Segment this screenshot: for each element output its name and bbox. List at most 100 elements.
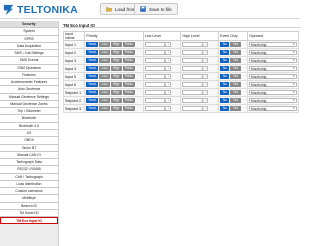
event-only-option-no[interactable]: No [220,105,231,112]
event-only-option-yes[interactable]: Yes [230,105,242,112]
spinner-arrows-icon[interactable]: ↕ [204,75,207,78]
priority-option-low[interactable]: Low [99,105,111,112]
priority-option-panic[interactable]: Panic [122,97,136,104]
spinner-arrows-icon[interactable]: ↕ [204,99,207,102]
spinner-arrows-icon[interactable]: ↕ [167,99,170,102]
spinner-arrows-icon[interactable]: ↕ [204,107,207,110]
high-level-input[interactable]: 0 ↕ [182,81,209,88]
operand-select[interactable]: Monitoring ▼ [248,97,297,104]
priority-option-low[interactable]: Low [99,49,111,56]
event-only-option-no[interactable]: No [220,89,231,96]
spinner-arrows-icon[interactable]: ↕ [167,51,170,54]
sidebar-item-gsm-operators[interactable]: GSM Operators [0,64,58,72]
low-level-input[interactable]: 0 ↕ [144,41,171,48]
event-only-option-no[interactable]: No [220,65,231,72]
sidebar-item-manual-can-io[interactable]: Manual CAN IO [0,151,58,160]
priority-option-high[interactable]: High [110,89,123,96]
event-only-option-yes[interactable]: Yes [230,81,242,88]
event-only-option-yes[interactable]: Yes [230,57,242,64]
sidebar-item-i-o[interactable]: I/O [0,129,58,138]
priority-option-low[interactable]: Low [99,57,111,64]
sidebar-item-sms-call-settings[interactable]: SMS \ Call Settings [0,50,58,58]
spinner-arrows-icon[interactable]: ↕ [204,67,207,70]
priority-option-none[interactable]: None [86,105,100,112]
priority-option-low[interactable]: Low [99,97,111,104]
operand-select[interactable]: Monitoring ▼ [248,73,297,80]
sidebar-item-tm-saved-id[interactable]: TM Saved ID [0,209,58,218]
sidebar-item-tachograph-data[interactable]: Tachograph Data [0,159,58,167]
spinner-arrows-icon[interactable]: ↕ [204,83,207,86]
priority-option-high[interactable]: High [110,57,123,64]
low-level-input[interactable]: 0 ↕ [144,57,171,64]
sidebar-item-sms-events[interactable]: SMS Events [0,57,58,65]
operand-select[interactable]: Monitoring ▼ [248,41,297,48]
spinner-arrows-icon[interactable]: ↕ [167,59,170,62]
event-only-option-yes[interactable]: Yes [230,65,242,72]
high-level-input[interactable]: 0 ↕ [182,105,209,112]
priority-option-none[interactable]: None [86,57,100,64]
spinner-arrows-icon[interactable]: ↕ [167,75,170,78]
sidebar-item-features[interactable]: Features [0,71,58,80]
priority-option-high[interactable]: High [110,81,123,88]
priority-option-high[interactable]: High [110,65,123,72]
sidebar-item-obdii[interactable]: OBDII [0,137,58,145]
sidebar-item-can-tachograph[interactable]: CAN \ Tachograph [0,173,58,181]
spinner-arrows-icon[interactable]: ↕ [167,83,170,86]
low-level-input[interactable]: 0 ↕ [144,81,171,88]
sidebar-item-tm-eco-input-io[interactable]: TM Eco Input IO [0,217,58,225]
sidebar-item-accelerometer-features[interactable]: Accelerometer Features [0,79,58,87]
sidebar-item-tacho-bt[interactable]: Tacho BT [0,144,58,152]
operand-select[interactable]: Monitoring ▼ [248,65,297,72]
low-level-input[interactable]: 0 ↕ [144,65,171,72]
low-level-input[interactable]: 0 ↕ [144,89,171,96]
priority-option-low[interactable]: Low [99,41,111,48]
event-only-option-no[interactable]: No [220,41,231,48]
sidebar-item-bluetooth-4-0[interactable]: Bluetooth 4.0 [0,122,58,130]
spinner-arrows-icon[interactable]: ↕ [204,43,207,46]
priority-option-high[interactable]: High [110,73,123,80]
sidebar-item-trip-odometer[interactable]: Trip \ Odometer [0,108,58,116]
priority-option-none[interactable]: None [86,73,100,80]
priority-option-panic[interactable]: Panic [122,105,136,112]
high-level-input[interactable]: 0 ↕ [182,57,209,64]
priority-option-panic[interactable]: Panic [122,81,136,88]
save-to-file-button[interactable]: Save to file [134,3,178,15]
event-only-option-no[interactable]: No [220,97,231,104]
event-only-option-yes[interactable]: Yes [230,73,242,80]
operand-select[interactable]: Monitoring ▼ [248,105,297,112]
priority-option-low[interactable]: Low [99,89,111,96]
high-level-input[interactable]: 0 ↕ [182,73,209,80]
spinner-arrows-icon[interactable]: ↕ [167,107,170,110]
spinner-arrows-icon[interactable]: ↕ [204,91,207,94]
event-only-option-yes[interactable]: Yes [230,41,242,48]
priority-option-high[interactable]: High [110,49,123,56]
sidebar-item-mobileye[interactable]: Mobileye [0,195,58,203]
priority-option-none[interactable]: None [86,97,100,104]
sidebar-item-security[interactable]: Security [0,21,58,29]
spinner-arrows-icon[interactable]: ↕ [167,91,170,94]
sidebar-item-manual-geofence-zones[interactable]: Manual Geofence Zones [0,100,58,109]
sidebar-item-load-distribution[interactable]: Load distribution [0,180,58,189]
priority-option-none[interactable]: None [86,89,100,96]
priority-option-low[interactable]: Low [99,81,111,88]
priority-option-none[interactable]: None [86,81,100,88]
low-level-input[interactable]: 0 ↕ [144,97,171,104]
priority-option-high[interactable]: High [110,105,123,112]
sidebar-item-gprs[interactable]: GPRS [0,35,58,43]
priority-option-panic[interactable]: Panic [122,57,136,64]
event-only-option-no[interactable]: No [220,81,231,88]
sidebar-item-custom-scenarios[interactable]: Custom scenarios [0,188,58,196]
sidebar-item-bluetooth[interactable]: Bluetooth [0,115,58,123]
sidebar-item-manual-geofence-settings[interactable]: Manual Geofence Settings [0,93,58,101]
priority-option-high[interactable]: High [110,41,123,48]
high-level-input[interactable]: 0 ↕ [182,41,209,48]
low-level-input[interactable]: 0 ↕ [144,49,171,56]
spinner-arrows-icon[interactable]: ↕ [204,51,207,54]
spinner-arrows-icon[interactable]: ↕ [167,67,170,70]
spinner-arrows-icon[interactable]: ↕ [167,43,170,46]
event-only-option-no[interactable]: No [220,49,231,56]
event-only-option-yes[interactable]: Yes [230,97,242,104]
low-level-input[interactable]: 0 ↕ [144,73,171,80]
event-only-option-yes[interactable]: Yes [230,89,242,96]
event-only-option-no[interactable]: No [220,57,231,64]
